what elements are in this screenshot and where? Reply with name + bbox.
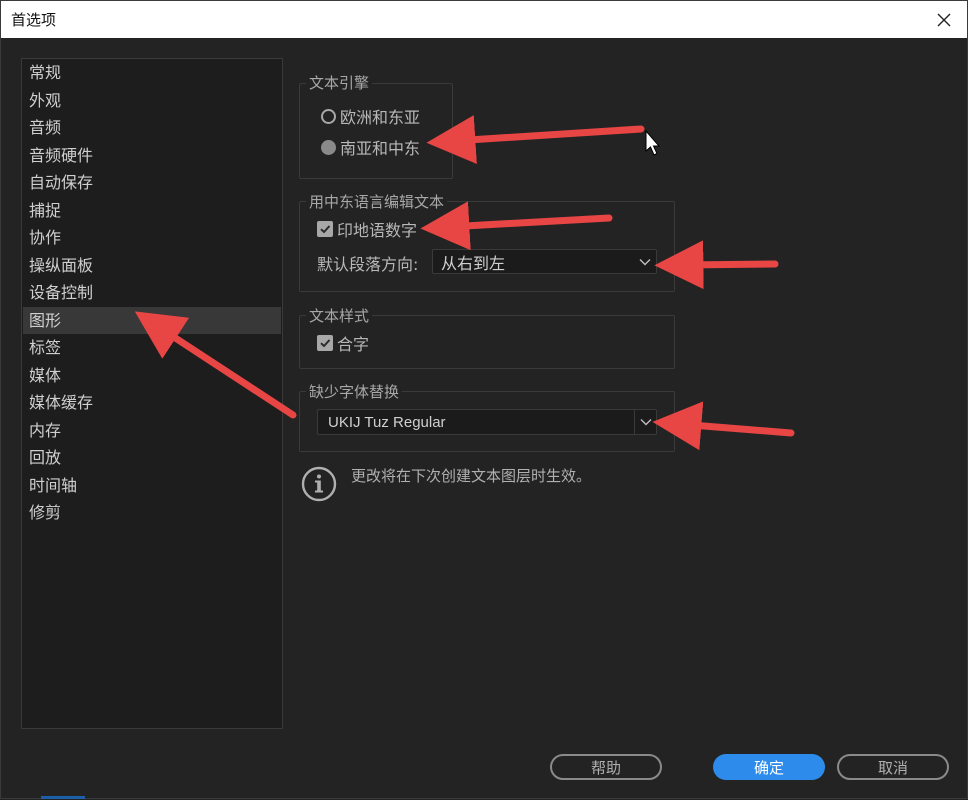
sidebar-item-general[interactable]: 常规 (23, 59, 281, 86)
chevron-down-icon[interactable] (634, 250, 656, 273)
sidebar-item-graphics[interactable]: 图形 (23, 307, 281, 334)
paragraph-direction-select[interactable]: 从右到左 (432, 249, 657, 274)
hindi-digits-label: 印地语数字 (337, 221, 418, 240)
sidebar-item-appearance[interactable]: 外观 (23, 87, 281, 114)
close-icon (937, 13, 951, 27)
middle-east-legend: 用中东语言编辑文本 (306, 191, 448, 212)
missing-font-legend: 缺少字体替换 (306, 381, 403, 402)
ligatures-label: 合字 (337, 335, 370, 354)
window-title: 首选项 (11, 11, 57, 29)
missing-font-value: UKIJ Tuz Regular (328, 413, 446, 431)
middle-east-group (299, 201, 675, 292)
category-list[interactable]: 常规 外观 音频 音频硬件 自动保存 捕捉 协作 操纵面板 设备控制 图形 标签… (21, 58, 283, 729)
arrow-to-south-asia-option (426, 115, 645, 165)
arrow-to-font-select (652, 401, 795, 451)
sidebar-item-media-cache[interactable]: 媒体缓存 (23, 389, 281, 416)
sidebar-item-device-control[interactable]: 设备控制 (23, 279, 281, 306)
sidebar-item-timeline[interactable]: 时间轴 (23, 472, 281, 499)
text-engine-group (299, 83, 453, 179)
sidebar-item-collaboration[interactable]: 协作 (23, 224, 281, 251)
title-bar: 首选项 (1, 1, 967, 38)
checkmark-icon (320, 339, 331, 348)
sidebar-item-audio[interactable]: 音频 (23, 114, 281, 141)
radio-south-asia-middle-east[interactable]: 南亚和中东 (321, 135, 420, 159)
arrow-to-direction-select (654, 240, 779, 290)
ok-button[interactable]: 确定 (713, 754, 825, 780)
info-note: 更改将在下次创建文本图层时生效。 (301, 466, 591, 502)
hindi-digits-checkbox[interactable]: 印地语数字 (317, 217, 417, 241)
sidebar-item-labels[interactable]: 标签 (23, 334, 281, 361)
sidebar-item-media[interactable]: 媒体 (23, 362, 281, 389)
radio-button-empty[interactable] (321, 108, 336, 124)
help-button[interactable]: 帮助 (550, 754, 662, 780)
info-note-text: 更改将在下次创建文本图层时生效。 (351, 467, 592, 485)
sidebar-item-memory[interactable]: 内存 (23, 417, 281, 444)
close-button[interactable] (931, 7, 957, 33)
radio-button-selected[interactable] (321, 139, 336, 155)
info-icon (301, 466, 337, 502)
sidebar-item-auto-save[interactable]: 自动保存 (23, 169, 281, 196)
preferences-dialog: 首选项 常规 外观 音频 音频硬件 自动保存 捕捉 协作 操纵面板 设备控制 图… (0, 0, 968, 799)
sidebar-item-playback[interactable]: 回放 (23, 444, 281, 471)
checkmark-icon (320, 225, 331, 234)
missing-font-select[interactable]: UKIJ Tuz Regular (317, 409, 657, 435)
sidebar-item-trim[interactable]: 修剪 (23, 499, 281, 526)
paragraph-direction-label: 默认段落方向: (317, 255, 419, 274)
cancel-button[interactable]: 取消 (837, 754, 949, 780)
radio-label-south-asia-middle-east: 南亚和中东 (340, 139, 421, 158)
sidebar-item-capture[interactable]: 捕捉 (23, 197, 281, 224)
paragraph-direction-value: 从右到左 (441, 253, 506, 273)
radio-europe-east-asia[interactable]: 欧洲和东亚 (321, 104, 420, 128)
text-style-legend: 文本样式 (306, 305, 373, 326)
checkbox-checked[interactable] (317, 221, 333, 237)
chevron-down-icon[interactable] (634, 410, 656, 434)
mouse-cursor-icon (645, 129, 661, 156)
sidebar-item-control-surface[interactable]: 操纵面板 (23, 252, 281, 279)
checkbox-checked[interactable] (317, 335, 333, 351)
sidebar-item-audio-hardware[interactable]: 音频硬件 (23, 142, 281, 169)
ligatures-checkbox[interactable]: 合字 (317, 331, 369, 355)
text-engine-legend: 文本引擎 (306, 72, 373, 93)
radio-label-europe-east-asia: 欧洲和东亚 (340, 108, 421, 127)
